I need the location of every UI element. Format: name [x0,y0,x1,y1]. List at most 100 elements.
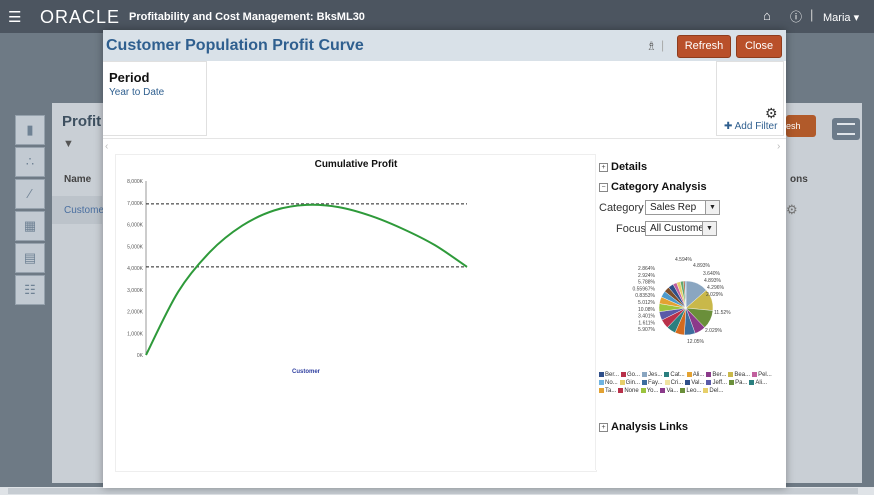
legend-label: Del... [709,388,724,394]
y-tick-label: 8,000K [127,179,144,185]
legend-swatch [642,379,648,385]
legend-label: Ber... [605,372,620,378]
close-button[interactable]: Close [736,35,782,58]
point-of-view-bar: Period Year to Date ⚙ ✚ Add Filter ‹ › [103,61,786,152]
legend-swatch [599,371,604,377]
legend-label: Yo... [646,388,659,394]
oracle-logo: ORACLE [40,7,121,27]
legend-swatch [664,379,670,385]
legend-item: Jeff... [706,379,727,387]
legend-swatch [749,379,755,385]
legend-swatch [642,371,648,377]
chevron-right-icon[interactable]: › [777,141,780,152]
scrollbar-thumb[interactable] [8,488,858,494]
analysis-panel: + Details − Category Analysis Category Sal… [595,154,774,470]
row-gear-icon[interactable]: ⚙ [786,202,798,218]
legend-item: Go... [621,371,640,379]
pie-legend: Ber... Go... Jes... Cat... Ali... Ber... Bea..… [599,371,774,395]
chevron-left-icon[interactable]: ‹ [105,141,108,152]
horizontal-scrollbar[interactable] [0,487,874,495]
bar-chart-icon[interactable]: ▮ [15,115,45,145]
refresh-button[interactable]: Refresh [677,35,731,58]
legend-item: Cat... [664,371,685,379]
pie-slice-label: 3.640% [703,271,721,277]
legend-label: Pa... [735,380,748,386]
legend-item: Pa... [729,379,747,387]
pie-slice-label: 0.55967% [632,286,655,292]
period-selector[interactable]: Period Year to Date [103,61,207,136]
y-tick-label: 7,000K [127,201,144,207]
pie-slice-label: 2.864% [638,266,656,272]
legend-swatch [599,379,604,385]
legend-item: Jes... [642,371,662,379]
pie-slice-label: 12.05% [687,339,705,345]
legend-label: Fay... [648,380,663,386]
legend-item: Cri... [664,379,683,387]
analysis-links-section-toggle[interactable]: + Analysis Links [599,421,688,433]
legend-swatch [706,379,712,385]
legend-label: Leo... [686,388,702,394]
pie-slice-label: 11.52% [714,310,731,316]
legend-label: Ber... [712,372,727,378]
legend-item: Gin... [619,379,641,387]
legend-label: Jeff... [712,380,728,386]
user-menu[interactable]: Maria ▾ [823,11,859,24]
period-label: Period [109,70,150,85]
legend-label: Bea... [734,372,751,378]
legend-label: Go... [627,372,641,378]
expand-icon: + [599,422,608,432]
pie-slice-label: 4.893% [693,263,711,269]
app-header: ☰ ORACLE Profitability and Cost Manageme… [0,0,874,33]
legend-item: Leo... [680,387,701,395]
pie-slice-label: 2.924% [638,273,656,279]
side-toolbar: ▮ ∴ ∕ ▦ ▤ ☷ [15,115,45,307]
legend-label: Cat... [670,372,685,378]
y-tick-label: 0K [137,353,144,359]
info-icon[interactable]: ⓘ [790,8,802,25]
pie-slice-label: 2.029% [705,328,723,334]
scatter-chart-icon[interactable]: ∴ [15,147,45,177]
legend-item: None [618,387,639,395]
legend-item: No... [599,379,618,387]
list-view-button[interactable] [832,118,860,140]
legend-swatch [599,387,604,393]
table-row-name[interactable]: Custome [64,205,104,216]
legend-swatch [621,371,627,377]
legend-item: Del... [703,387,723,395]
header-divider: | [661,38,665,52]
dialog-title: Customer Population Profit Curve [106,37,364,54]
background-refresh-button[interactable]: esh [786,115,816,137]
legend-item: Ber... [706,371,726,379]
legend-swatch [640,387,646,393]
gear-icon[interactable]: ⚙ [765,105,778,122]
background-page-title: Profit [62,113,102,130]
analysis-links-label: Analysis Links [611,421,689,433]
legend-label: Va... [666,388,679,394]
legend-swatch [680,387,686,393]
hamburger-icon[interactable]: ☰ [8,8,21,26]
home-icon[interactable]: ⌂ [763,8,771,23]
actions-icon[interactable]: ♗ [646,39,657,53]
legend-item: Va... [660,387,678,395]
legend-label: Ali... [692,372,705,378]
legend-swatch [618,387,624,393]
line-chart-icon[interactable]: ∕ [15,179,45,209]
legend-label: Jes... [648,372,663,378]
legend-swatch [619,379,625,385]
legend-label: Ali... [755,380,768,386]
add-filter-button[interactable]: ✚ Add Filter [724,121,777,132]
y-tick-label: 3,000K [127,288,144,294]
filter-icon[interactable]: ▼ [63,138,74,150]
report-icon[interactable]: ▤ [15,243,45,273]
add-filter-label: Add Filter [734,121,778,132]
legend-label: Gin... [625,380,641,386]
legend-label: Pel... [758,372,772,378]
rules-icon[interactable]: ☷ [15,275,45,305]
legend-item: Val... [685,379,704,387]
y-tick-label: 6,000K [127,223,144,229]
period-value[interactable]: Year to Date [109,87,164,98]
legend-item: Bea... [728,371,750,379]
hierarchy-icon[interactable]: ▦ [15,211,45,241]
legend-swatch [728,371,734,377]
pie-slice-label: 5.907% [638,327,656,333]
